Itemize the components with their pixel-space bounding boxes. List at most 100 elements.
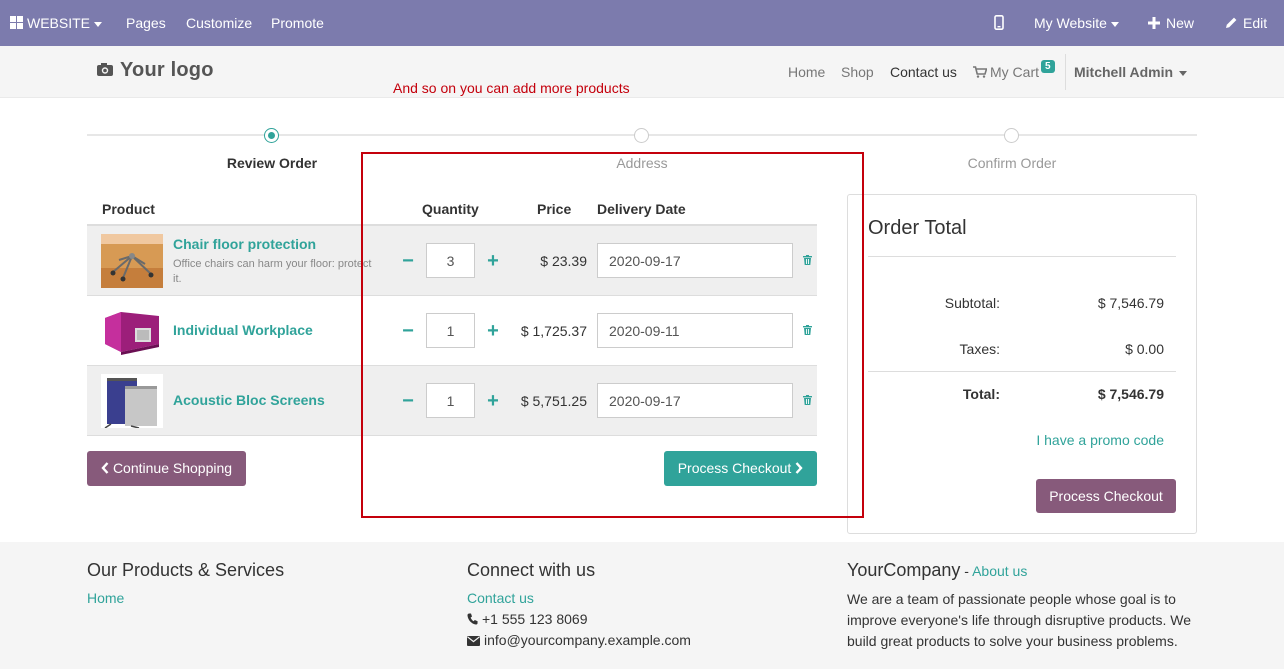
- site-header: Your logo Home Shop Contact us My Cart 5 …: [0, 46, 1284, 98]
- promo-code-link[interactable]: I have a promo code: [1036, 432, 1164, 448]
- nav-contact-us[interactable]: Contact us: [890, 46, 957, 98]
- quantity-decrease-button[interactable]: −: [400, 321, 416, 341]
- admin-bar: WEBSITE Pages Customize Promote My Websi…: [0, 0, 1284, 46]
- edit-button-label: Edit: [1243, 15, 1268, 31]
- header-price: Price: [537, 201, 572, 217]
- cart-icon: [973, 66, 988, 78]
- footer-email-text: info@yourcompany.example.com: [484, 632, 691, 648]
- order-total-panel: Order Total Subtotal: $ 7,546.79 Taxes: …: [847, 194, 1197, 534]
- footer-company-description: We are a team of passionate people whose…: [847, 591, 1192, 649]
- product-price: $ 5,751.25: [520, 393, 587, 409]
- footer-home-link[interactable]: Home: [87, 590, 124, 606]
- product-description: Office chairs can harm your floor: prote…: [173, 258, 372, 285]
- wizard-step-address-dot: [634, 128, 649, 143]
- site-logo[interactable]: Your logo: [96, 59, 214, 82]
- header-quantity: Quantity: [422, 201, 479, 217]
- title-separator: -: [960, 563, 973, 579]
- website-menu-label: WEBSITE: [27, 15, 91, 31]
- quantity-increase-button[interactable]: +: [485, 391, 501, 411]
- camera-icon: [97, 63, 113, 76]
- apps-grid-icon: [10, 16, 23, 29]
- footer-phone-text: +1 555 123 8069: [482, 611, 588, 627]
- quantity-increase-button[interactable]: +: [485, 251, 501, 271]
- phone-icon: [467, 613, 478, 625]
- new-button-label: New: [1166, 15, 1195, 31]
- customize-menu[interactable]: Customize: [186, 0, 252, 46]
- mobile-preview-button[interactable]: [994, 0, 1004, 46]
- my-website-menu[interactable]: My Website: [1034, 0, 1119, 46]
- wizard-step-review: Review Order: [226, 155, 318, 171]
- trash-icon[interactable]: [803, 395, 812, 405]
- quantity-input[interactable]: [426, 243, 475, 278]
- caret-down-icon: [1179, 70, 1188, 76]
- logo-text: Your logo: [120, 59, 214, 81]
- quantity-input[interactable]: [426, 383, 475, 418]
- product-name-link[interactable]: Chair floor protection: [173, 236, 316, 252]
- cart-count-badge: 5: [1041, 60, 1055, 73]
- product-price: $ 23.39: [540, 253, 587, 269]
- quantity-increase-button[interactable]: +: [485, 321, 501, 341]
- continue-shopping-button[interactable]: Continue Shopping: [87, 451, 246, 486]
- chevron-left-icon: [101, 462, 109, 474]
- header-product: Product: [102, 201, 155, 217]
- promote-menu[interactable]: Promote: [271, 0, 324, 46]
- user-menu[interactable]: Mitchell Admin: [1074, 46, 1188, 98]
- pencil-icon: [1226, 17, 1237, 28]
- footer-contact-link[interactable]: Contact us: [467, 590, 534, 606]
- pages-menu[interactable]: Pages: [126, 0, 166, 46]
- nav-shop[interactable]: Shop: [841, 46, 874, 98]
- plus-icon: [1148, 17, 1160, 29]
- edit-button[interactable]: Edit: [1225, 0, 1267, 46]
- footer-email: info@yourcompany.example.com: [467, 632, 691, 648]
- continue-shopping-label: Continue Shopping: [112, 460, 233, 476]
- quantity-input[interactable]: [426, 313, 475, 348]
- process-checkout-button[interactable]: Process Checkout: [664, 451, 817, 486]
- product-name-link[interactable]: Individual Workplace: [173, 322, 313, 338]
- wizard-step-confirm: Confirm Order: [967, 155, 1057, 171]
- product-price: $ 1,725.37: [520, 323, 587, 339]
- footer-company-title: YourCompany - About us: [847, 560, 1027, 581]
- subtotal-label: Subtotal:: [944, 295, 1000, 311]
- nav-divider: [1065, 54, 1066, 90]
- wizard-step-review-dot: [264, 128, 279, 143]
- product-image-workplace[interactable]: [101, 304, 163, 358]
- quantity-decrease-button[interactable]: −: [400, 251, 416, 271]
- taxes-label: Taxes:: [959, 341, 1000, 357]
- nav-my-cart[interactable]: My Cart 5: [973, 46, 1055, 98]
- wizard-step-confirm-dot: [1004, 128, 1019, 143]
- footer-products-title: Our Products & Services: [87, 560, 285, 580]
- table-row: Chair floor protection Office chairs can…: [87, 226, 817, 296]
- wizard-step-address[interactable]: Address: [542, 155, 742, 171]
- caret-down-icon: [1110, 21, 1119, 27]
- website-menu[interactable]: WEBSITE: [10, 0, 103, 46]
- product-image-screens[interactable]: [101, 374, 163, 429]
- mobile-icon: [994, 15, 1004, 30]
- trash-icon[interactable]: [803, 255, 812, 265]
- quantity-decrease-button[interactable]: −: [400, 391, 416, 411]
- divider: [868, 371, 1176, 372]
- delivery-date-input[interactable]: [597, 383, 793, 418]
- panel-process-checkout-button[interactable]: Process Checkout: [1036, 479, 1176, 513]
- trash-icon[interactable]: [803, 325, 812, 335]
- product-name-link[interactable]: Acoustic Bloc Screens: [173, 392, 325, 408]
- about-us-link[interactable]: About us: [972, 563, 1027, 579]
- subtotal-value: $ 7,546.79: [1097, 295, 1164, 311]
- company-name: YourCompany: [847, 560, 961, 580]
- annotation-note: And so on you can add more products: [393, 80, 630, 96]
- user-name: Mitchell Admin: [1074, 64, 1174, 80]
- divider: [868, 256, 1176, 257]
- footer: Our Products & Services Home Connect wit…: [0, 542, 1284, 669]
- footer-connect-title: Connect with us: [467, 560, 596, 580]
- total-value: $ 7,546.79: [1097, 386, 1164, 402]
- delivery-date-input[interactable]: [597, 243, 793, 278]
- delivery-date-input[interactable]: [597, 313, 793, 348]
- process-checkout-label: Process Checkout: [677, 460, 792, 476]
- header-delivery-date: Delivery Date: [597, 201, 686, 217]
- envelope-icon: [467, 636, 480, 646]
- taxes-value: $ 0.00: [1125, 341, 1164, 357]
- table-row: Individual Workplace − + $ 1,725.37: [87, 296, 817, 366]
- product-image-chair[interactable]: [101, 234, 163, 288]
- nav-home[interactable]: Home: [788, 46, 825, 98]
- new-button[interactable]: New: [1148, 0, 1194, 46]
- caret-down-icon: [94, 21, 103, 27]
